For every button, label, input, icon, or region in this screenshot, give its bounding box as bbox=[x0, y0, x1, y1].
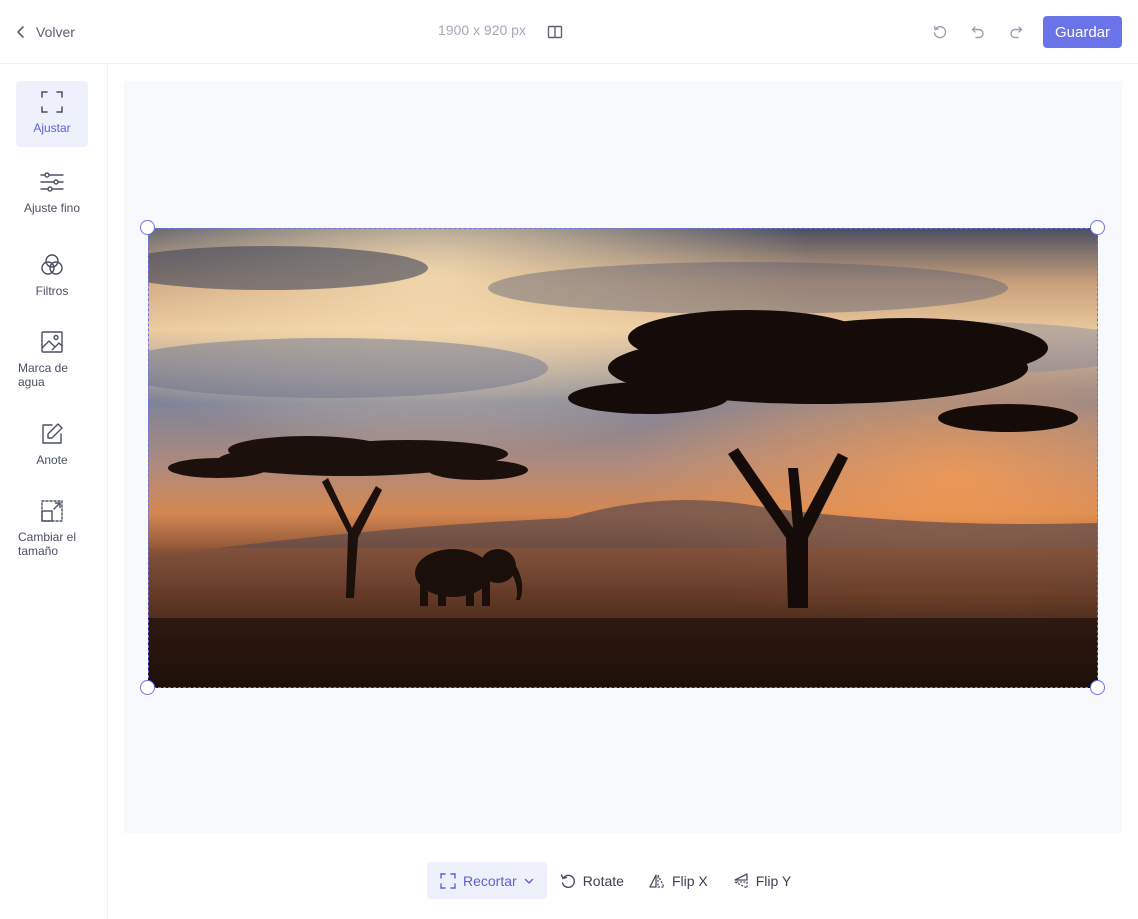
sidebar-item-label: Anote bbox=[36, 453, 68, 467]
save-button[interactable]: Guardar bbox=[1042, 16, 1122, 48]
back-button[interactable]: Volver bbox=[14, 18, 75, 46]
transform-toolbar: Recortar Rotate Flip X Flip Y bbox=[427, 862, 803, 899]
crop-icon bbox=[440, 872, 456, 889]
redo-button[interactable] bbox=[1003, 19, 1029, 45]
fit-icon bbox=[41, 91, 63, 113]
back-label: Volver bbox=[36, 24, 75, 40]
crop-handle-top-right[interactable] bbox=[1090, 220, 1105, 235]
rotate-icon bbox=[560, 873, 575, 888]
chevron-left-icon bbox=[17, 26, 24, 38]
resize-icon bbox=[41, 500, 63, 522]
filters-icon bbox=[41, 254, 63, 275]
flip-y-label: Flip Y bbox=[755, 872, 792, 889]
sidebar-item-label: Ajustar bbox=[33, 121, 71, 135]
sidebar-item-label: Ajuste fino bbox=[23, 201, 81, 215]
image-preview bbox=[148, 228, 1098, 688]
crop-button[interactable]: Recortar bbox=[427, 862, 547, 899]
sidebar-item-annotate[interactable]: Anote bbox=[16, 421, 88, 471]
flip-x-icon bbox=[649, 873, 665, 888]
rotate-label: Rotate bbox=[582, 872, 624, 889]
crop-handle-top-left[interactable] bbox=[140, 220, 155, 235]
top-bar: Volver 1900 x 920 px Guardar bbox=[0, 0, 1138, 64]
sidebar-item-label: Cambiar el tamaño bbox=[18, 530, 77, 558]
redo-icon bbox=[1010, 26, 1023, 39]
sidebar-item-fit[interactable]: Ajustar bbox=[16, 81, 88, 147]
sliders-icon bbox=[40, 172, 64, 192]
sidebar-item-label: Filtros bbox=[35, 284, 69, 298]
top-actions: Guardar bbox=[927, 16, 1122, 48]
savanna-image bbox=[148, 228, 1098, 688]
image-dimensions: 1900 x 920 px bbox=[438, 22, 526, 38]
crop-handle-bottom-left[interactable] bbox=[140, 680, 155, 695]
flip-y-icon bbox=[734, 872, 748, 889]
crop-label: Recortar bbox=[463, 872, 517, 889]
crop-handle-bottom-right[interactable] bbox=[1090, 680, 1105, 695]
sidebar-item-fine-tune[interactable]: Ajuste fino bbox=[16, 169, 88, 219]
sidebar-item-watermark[interactable]: Marca de agua bbox=[16, 329, 88, 389]
undo-button[interactable] bbox=[965, 19, 991, 45]
flip-x-button[interactable]: Flip X bbox=[636, 862, 720, 899]
reset-icon bbox=[933, 25, 947, 39]
flip-x-label: Flip X bbox=[671, 872, 708, 889]
annotate-icon bbox=[42, 423, 63, 444]
chevron-down-icon bbox=[524, 878, 533, 884]
undo-icon bbox=[971, 26, 984, 39]
sidebar: Ajustar Ajuste fino Filtros Marca de agu… bbox=[0, 65, 108, 919]
sidebar-item-resize[interactable]: Cambiar el tamaño bbox=[16, 498, 88, 558]
sidebar-item-label: Marca de agua bbox=[18, 361, 69, 389]
flip-y-button[interactable]: Flip Y bbox=[720, 862, 804, 899]
watermark-icon bbox=[41, 331, 63, 353]
reset-button[interactable] bbox=[927, 19, 953, 45]
sidebar-item-filters[interactable]: Filtros bbox=[16, 252, 88, 302]
rotate-button[interactable]: Rotate bbox=[547, 862, 636, 899]
compare-icon[interactable] bbox=[546, 23, 564, 41]
